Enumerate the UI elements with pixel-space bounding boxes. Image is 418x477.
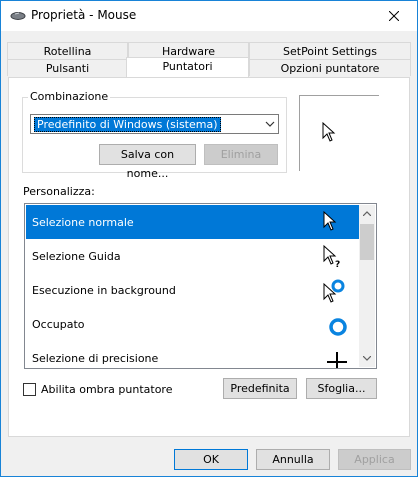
mouse-icon (10, 12, 26, 20)
chevron-down-icon (265, 121, 275, 127)
customize-label: Personalizza: (23, 185, 95, 198)
tab-label: Pulsanti (45, 62, 90, 75)
list-item-label: Selezione di precisione (32, 352, 159, 365)
title-bar[interactable]: Proprietà - Mouse (1, 1, 417, 31)
help-cursor-icon: ? (323, 244, 340, 270)
close-button[interactable] (371, 1, 417, 31)
cursor-list[interactable]: Selezione normale Selezione Guida ? Esec… (24, 203, 377, 369)
scheme-dropdown[interactable]: Predefinito di Windows (sistema) (30, 114, 279, 134)
browse-button[interactable]: Sfoglia... (306, 378, 377, 399)
cancel-button[interactable]: Annulla (256, 449, 330, 470)
tab-puntatori[interactable]: Puntatori (126, 57, 249, 77)
list-item[interactable]: Selezione di precisione (26, 341, 360, 368)
mouse-properties-window: Proprietà - Mouse Rotellina Hardware Set… (0, 0, 418, 477)
tab-setpoint-settings[interactable]: SetPoint Settings (249, 42, 411, 59)
list-item-label: Esecuzione in background (32, 284, 176, 297)
close-icon (389, 11, 399, 21)
save-as-button[interactable]: Salva con nome... (99, 144, 196, 180)
window-title: Proprietà - Mouse (31, 8, 137, 22)
tab-label: SetPoint Settings (283, 45, 377, 58)
scheme-group-label: Combinazione (28, 90, 111, 103)
arrow-cursor-icon (322, 122, 336, 142)
enable-shadow-label: Abilita ombra puntatore (41, 383, 173, 396)
delete-scheme-button[interactable]: Elimina (204, 144, 278, 165)
chevron-down-icon (363, 356, 371, 361)
svg-text:?: ? (335, 260, 340, 270)
list-scrollbar[interactable] (359, 205, 375, 367)
list-item[interactable]: Selezione Guida ? (26, 239, 360, 273)
precision-cursor-icon (327, 352, 347, 368)
ok-button[interactable]: OK (174, 449, 248, 470)
list-item-label: Occupato (32, 318, 85, 331)
default-button[interactable]: Predefinita (223, 378, 297, 399)
tab-opzioni-puntatore[interactable]: Opzioni puntatore (249, 59, 411, 76)
apply-button[interactable]: Applica (338, 449, 411, 470)
tab-label: Puntatori (162, 60, 213, 73)
tab-rotellina[interactable]: Rotellina (7, 42, 128, 59)
cursor-preview (299, 95, 379, 171)
tab-label: Rotellina (43, 45, 92, 58)
arrow-cursor-icon (323, 210, 337, 231)
chevron-up-icon (363, 211, 371, 216)
tab-label: Opzioni puntatore (280, 62, 380, 75)
list-item[interactable]: Occupato (26, 307, 360, 341)
list-item-label: Selezione normale (32, 216, 134, 229)
scheme-dropdown-value: Predefinito di Windows (sistema) (34, 117, 221, 132)
dialog-footer: OK Annulla Applica (1, 444, 417, 476)
tab-pulsanti[interactable]: Pulsanti (7, 59, 128, 76)
list-item[interactable]: Esecuzione in background (26, 273, 360, 307)
working-in-background-cursor-icon (323, 279, 345, 303)
scroll-down-button[interactable] (359, 350, 375, 367)
enable-shadow-checkbox[interactable] (23, 383, 36, 396)
busy-cursor-icon (329, 318, 347, 336)
list-item-label: Selezione Guida (32, 250, 121, 263)
list-item[interactable]: Selezione normale (26, 205, 360, 239)
scroll-up-button[interactable] (359, 205, 375, 222)
scroll-thumb[interactable] (360, 224, 374, 260)
